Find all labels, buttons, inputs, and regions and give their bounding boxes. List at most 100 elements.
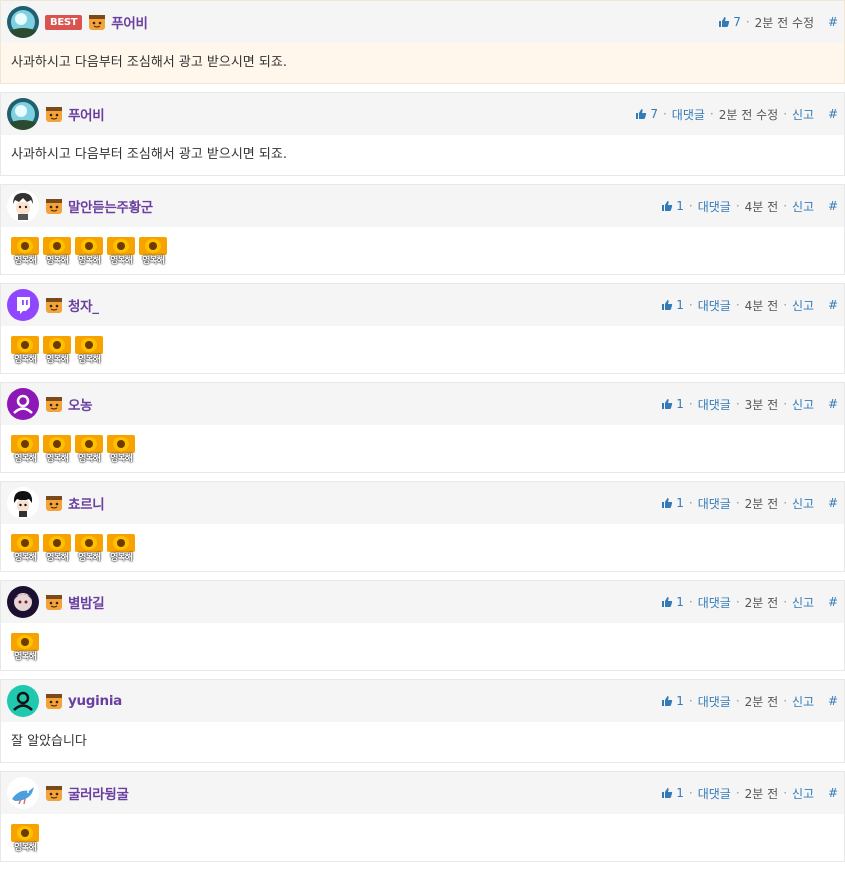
sunflower-emote-icon[interactable]: 영복해 — [107, 534, 135, 564]
sunflower-emote-icon[interactable]: 영복해 — [107, 435, 135, 465]
thumbs-up-icon[interactable] — [661, 200, 673, 212]
sunflower-emote-icon[interactable]: 영복해 — [11, 435, 39, 465]
thumbs-up-icon[interactable] — [661, 695, 673, 707]
report-link[interactable]: 신고 — [792, 297, 814, 314]
sunflower-emote-icon[interactable]: 영복해 — [75, 534, 103, 564]
blue-orb-avatar[interactable] — [7, 6, 39, 38]
emote-label: 영복해 — [78, 355, 101, 365]
report-link[interactable]: 신고 — [792, 693, 814, 710]
blue-orb-avatar[interactable] — [7, 98, 39, 130]
comment-header: 청자_ 1 · 대댓글 · 4분 전 · 신고 # — [1, 284, 844, 326]
nickname[interactable]: yuginia — [68, 693, 122, 709]
sunflower-emote-icon[interactable]: 영복해 — [11, 237, 39, 267]
best-badge: BEST — [45, 14, 83, 30]
emote-row: 영복해 — [1, 814, 844, 861]
level-icon — [88, 13, 106, 31]
sunflower-emote-icon[interactable]: 영복해 — [43, 336, 71, 366]
permalink-hash[interactable]: # — [828, 397, 838, 411]
thumbs-up-icon[interactable] — [718, 16, 730, 28]
sunflower-emote-icon[interactable]: 영복해 — [43, 534, 71, 564]
blue-bird-avatar[interactable] — [7, 777, 39, 809]
emote-label: 영복해 — [46, 553, 69, 563]
emote-label: 영복해 — [78, 553, 101, 563]
thumbs-up-icon[interactable] — [635, 108, 647, 120]
nickname[interactable]: 푸어비 — [111, 12, 148, 32]
best-comment: BEST 푸어비 7 · 2분 전 수정 # 사과하시고 다음부터 조심해서 광… — [0, 0, 845, 84]
reply-link[interactable]: 대댓글 — [698, 785, 731, 802]
nickname[interactable]: 굴러라뒹굴 — [68, 783, 129, 803]
comment-header: yuginia 1 · 대댓글 · 2분 전 · 신고 # — [1, 680, 844, 722]
reply-link[interactable]: 대댓글 — [698, 495, 731, 512]
comment-text: 사과하시고 다음부터 조심해서 광고 받으시면 되죠. — [11, 55, 287, 70]
twitch-avatar[interactable] — [7, 289, 39, 321]
comment-meta: 1 · 대댓글 · 4분 전 · 신고 # — [661, 284, 838, 326]
like-count: 1 — [676, 199, 684, 213]
sunflower-emote-icon[interactable]: 영복해 — [11, 824, 39, 854]
permalink-hash[interactable]: # — [828, 595, 838, 609]
emote-label: 영복해 — [14, 256, 37, 266]
report-link[interactable]: 신고 — [792, 495, 814, 512]
nickname[interactable]: 쵸르니 — [68, 493, 105, 513]
thumbs-up-icon[interactable] — [661, 398, 673, 410]
nickname[interactable]: 청자_ — [68, 295, 99, 315]
comment-header: 쵸르니 1 · 대댓글 · 2분 전 · 신고 # — [1, 482, 844, 524]
comment-text: 사과하시고 다음부터 조심해서 광고 받으시면 되죠. — [11, 147, 287, 162]
nickname[interactable]: 말안듣는주황군 — [68, 196, 153, 216]
permalink-hash[interactable]: # — [828, 107, 838, 121]
comment-header: 별밤길 1 · 대댓글 · 2분 전 · 신고 # — [1, 581, 844, 623]
sunflower-emote-icon[interactable]: 영복해 — [75, 435, 103, 465]
like-count: 1 — [676, 397, 684, 411]
sunflower-emote-icon[interactable]: 영복해 — [75, 237, 103, 267]
sunflower-emote-icon[interactable]: 영복해 — [139, 237, 167, 267]
report-link[interactable]: 신고 — [792, 785, 814, 802]
thumbs-up-icon[interactable] — [661, 596, 673, 608]
permalink-hash[interactable]: # — [828, 199, 838, 213]
sunflower-emote-icon[interactable]: 영복해 — [43, 435, 71, 465]
reply-link[interactable]: 대댓글 — [672, 106, 705, 123]
reply-link[interactable]: 대댓글 — [698, 396, 731, 413]
nickname[interactable]: 푸어비 — [68, 104, 105, 124]
reply-link[interactable]: 대댓글 — [698, 693, 731, 710]
emote-label: 영복해 — [46, 256, 69, 266]
permalink-hash[interactable]: # — [828, 496, 838, 510]
sunflower-emote-icon[interactable]: 영복해 — [11, 336, 39, 366]
like-count: 1 — [676, 595, 684, 609]
cartoon-boy-avatar[interactable] — [7, 190, 39, 222]
permalink-hash[interactable]: # — [828, 786, 838, 800]
sunflower-emote-icon[interactable]: 영복해 — [11, 633, 39, 663]
comment: 굴러라뒹굴 1 · 대댓글 · 2분 전 · 신고 # 영복해 — [0, 771, 845, 862]
teal-user-avatar[interactable] — [7, 685, 39, 717]
permalink-hash[interactable]: # — [828, 15, 838, 29]
sunflower-emote-icon[interactable]: 영복해 — [11, 534, 39, 564]
timestamp: 2분 전 수정 — [718, 107, 779, 122]
dark-hair-boy-avatar[interactable] — [7, 487, 39, 519]
like-count: 1 — [676, 694, 684, 708]
comment-meta: 1 · 대댓글 · 4분 전 · 신고 # — [661, 185, 838, 227]
report-link[interactable]: 신고 — [792, 594, 814, 611]
reply-link[interactable]: 대댓글 — [698, 198, 731, 215]
like-count: 1 — [676, 786, 684, 800]
reply-link[interactable]: 대댓글 — [698, 297, 731, 314]
nickname[interactable]: 별밤길 — [68, 592, 105, 612]
report-link[interactable]: 신고 — [792, 396, 814, 413]
sunflower-emote-icon[interactable]: 영복해 — [43, 237, 71, 267]
nickname[interactable]: 오농 — [68, 394, 93, 414]
thumbs-up-icon[interactable] — [661, 299, 673, 311]
anime-girl-avatar[interactable] — [7, 586, 39, 618]
comment-meta: 1 · 대댓글 · 2분 전 · 신고 # — [661, 772, 838, 814]
report-link[interactable]: 신고 — [792, 198, 814, 215]
comment-meta: 1 · 대댓글 · 2분 전 · 신고 # — [661, 482, 838, 524]
thumbs-up-icon[interactable] — [661, 497, 673, 509]
emote-label: 영복해 — [78, 454, 101, 464]
permalink-hash[interactable]: # — [828, 298, 838, 312]
sunflower-emote-icon[interactable]: 영복해 — [75, 336, 103, 366]
emote-label: 영복해 — [14, 355, 37, 365]
sunflower-emote-icon[interactable]: 영복해 — [107, 237, 135, 267]
thumbs-up-icon[interactable] — [661, 787, 673, 799]
comment-header: 굴러라뒹굴 1 · 대댓글 · 2분 전 · 신고 # — [1, 772, 844, 814]
purple-user-avatar[interactable] — [7, 388, 39, 420]
report-link[interactable]: 신고 — [792, 106, 814, 123]
permalink-hash[interactable]: # — [828, 694, 838, 708]
reply-link[interactable]: 대댓글 — [698, 594, 731, 611]
emote-label: 영복해 — [14, 454, 37, 464]
